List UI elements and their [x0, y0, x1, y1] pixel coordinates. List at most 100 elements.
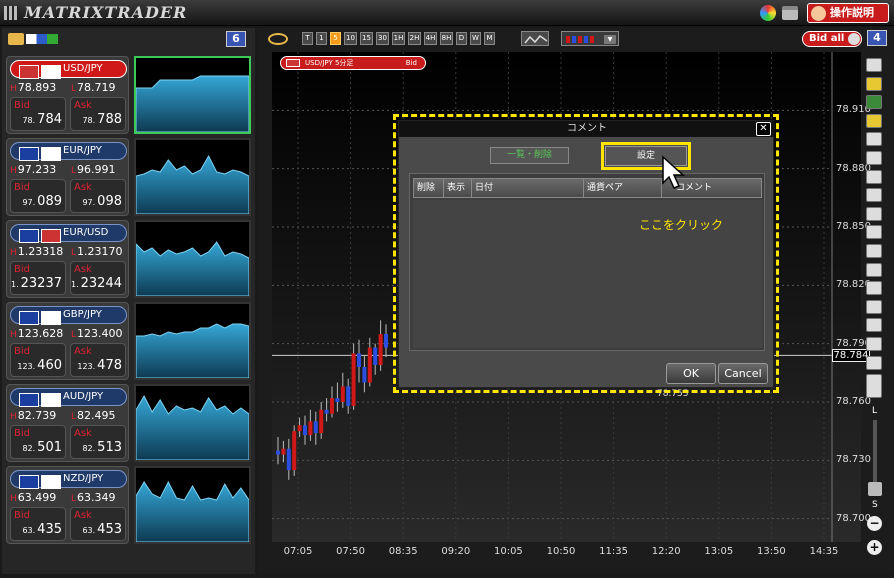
symbol-tab[interactable]: USD/JPY 5分足 Bid — [280, 56, 426, 70]
zoom-slider-handle[interactable] — [868, 482, 882, 496]
bid-value: 82. 501 — [22, 440, 62, 455]
bid-box[interactable]: Bid 1. 23237 — [10, 261, 66, 295]
chart-count[interactable]: 4 — [867, 30, 887, 46]
timeframe-button[interactable]: 10 — [344, 32, 357, 45]
rate-tile[interactable]: USD/JPY H78.893 L78.719 Bid 78. 784 Ask 7… — [6, 56, 252, 134]
timeframe-button[interactable]: 1 — [316, 32, 327, 45]
timeframe-button[interactable]: 30 — [376, 32, 389, 45]
timeframe-button[interactable]: D — [456, 32, 467, 45]
zoom-in-icon[interactable]: + — [867, 540, 882, 555]
timeframe-button[interactable]: 5 — [330, 32, 341, 45]
ask-box[interactable]: Ask 63. 453 — [70, 507, 126, 541]
column-date[interactable]: 日付 — [472, 179, 584, 197]
pair-button[interactable]: EUR/USD — [10, 224, 127, 243]
timeframe-button[interactable]: T — [302, 32, 313, 45]
pair-label: EUR/JPY — [63, 145, 102, 156]
bid-box[interactable]: Bid 123. 460 — [10, 343, 66, 377]
horizontal-line-icon[interactable] — [866, 206, 882, 221]
timeframe-button[interactable]: 1H — [392, 32, 405, 45]
bid-small: 123. — [17, 362, 36, 371]
pair-button[interactable]: EUR/JPY — [10, 142, 127, 161]
ask-box[interactable]: Ask 1. 23244 — [70, 261, 126, 295]
pencil-icon[interactable] — [866, 169, 882, 184]
symbol-tab-side: Bid — [405, 59, 417, 67]
fan-icon[interactable] — [866, 299, 882, 314]
ask-box[interactable]: Ask 82. 513 — [70, 425, 126, 459]
ok-button[interactable]: OK — [666, 363, 716, 384]
pair-button[interactable]: AUD/JPY — [10, 388, 127, 407]
grid-tool-icon[interactable] — [866, 281, 882, 296]
low-tag: L — [71, 330, 77, 340]
candle-body — [362, 367, 367, 383]
rate-tile[interactable]: NZD/JPY H63.499 L63.349 Bid 63. 435 Ask 6… — [6, 466, 252, 544]
folder-icon[interactable] — [8, 33, 24, 45]
pair-button[interactable]: NZD/JPY — [10, 470, 127, 489]
cursor-tool-icon[interactable] — [866, 151, 882, 165]
text-tool-icon[interactable] — [866, 337, 882, 351]
help-button[interactable]: 操作説明 — [807, 3, 889, 23]
sparkline[interactable] — [134, 138, 251, 216]
ask-box[interactable]: Ask 78. 788 — [70, 97, 126, 131]
us-flag-icon — [286, 59, 300, 67]
pair-button[interactable]: USD/JPY — [10, 60, 127, 79]
x-axis-label: 08:35 — [388, 546, 418, 557]
timeframe-button[interactable]: M — [484, 32, 495, 45]
candle-style-icon[interactable]: ▼ — [561, 31, 619, 46]
sparkline[interactable] — [134, 56, 251, 134]
bid-box[interactable]: Bid 97. 089 — [10, 179, 66, 213]
indicator-icon[interactable] — [866, 76, 882, 91]
rate-panel-count[interactable]: 6 — [226, 31, 246, 47]
timeframe-button[interactable]: W — [470, 32, 481, 45]
rate-tile[interactable]: EUR/USD H1.23318 L1.23170 Bid 1. 23237 As… — [6, 220, 252, 298]
zoom-icon[interactable] — [268, 33, 288, 45]
line-chart-icon[interactable] — [521, 31, 549, 46]
cancel-button[interactable]: Cancel — [718, 363, 768, 384]
timeframe-button[interactable]: 2H — [408, 32, 421, 45]
timeframe-button[interactable]: 4H — [424, 32, 437, 45]
bid-box[interactable]: Bid 78. 784 — [10, 97, 66, 131]
zoom-slider-track[interactable] — [873, 420, 877, 490]
palette-icon[interactable] — [760, 5, 776, 21]
rate-tile[interactable]: AUD/JPY H82.739 L82.495 Bid 82. 501 Ask 8… — [6, 384, 252, 462]
low-tag: L — [71, 494, 77, 504]
bid-all-toggle[interactable]: Bid all — [802, 31, 862, 47]
timeframe-button[interactable]: 15 — [360, 32, 373, 45]
sparkline[interactable] — [134, 384, 251, 462]
list-delete-button[interactable]: 一覧・削除 — [490, 147, 569, 164]
eraser-icon[interactable] — [866, 318, 882, 333]
column-pair[interactable]: 通貨ペア — [584, 179, 662, 197]
bid-big: 089 — [37, 194, 62, 209]
currency-flags-icon[interactable] — [26, 34, 58, 44]
close-icon[interactable]: ✕ — [756, 122, 771, 136]
rate-tile[interactable]: EUR/JPY H97.233 L96.991 Bid 97. 089 Ask 9… — [6, 138, 252, 216]
lock-icon[interactable] — [866, 355, 882, 370]
ask-small: 97. — [82, 198, 96, 207]
trend-line-icon[interactable] — [866, 188, 882, 203]
high-tag: H — [10, 248, 17, 258]
bid-label: Bid — [14, 182, 30, 193]
settings-icon[interactable] — [866, 132, 882, 147]
ask-box[interactable]: Ask 97. 098 — [70, 179, 126, 213]
x-axis-label: 12:20 — [651, 546, 681, 557]
ask-box[interactable]: Ask 123. 478 — [70, 343, 126, 377]
bid-box[interactable]: Bid 82. 501 — [10, 425, 66, 459]
printer-icon[interactable] — [782, 6, 798, 20]
x-axis-label: 13:50 — [756, 546, 786, 557]
chart-icon[interactable] — [866, 95, 882, 110]
alert-icon[interactable] — [866, 113, 882, 128]
sparkline[interactable] — [134, 466, 251, 544]
bid-box[interactable]: Bid 63. 435 — [10, 507, 66, 541]
column-show[interactable]: 表示 — [444, 179, 472, 197]
trash-icon[interactable] — [866, 374, 882, 399]
pair-button[interactable]: GBP/JPY — [10, 306, 127, 325]
sparkline[interactable] — [134, 302, 251, 380]
timeframe-button[interactable]: 8H — [440, 32, 453, 45]
zoom-out-icon[interactable]: − — [867, 516, 882, 531]
sparkline[interactable] — [134, 220, 251, 298]
vertical-line-icon[interactable] — [866, 225, 882, 240]
channel-icon[interactable] — [866, 262, 882, 277]
info-icon[interactable] — [866, 58, 882, 72]
fib-icon[interactable] — [866, 244, 882, 258]
column-delete[interactable]: 削除 — [414, 179, 444, 197]
rate-tile[interactable]: GBP/JPY H123.628 L123.400 Bid 123. 460 As… — [6, 302, 252, 380]
